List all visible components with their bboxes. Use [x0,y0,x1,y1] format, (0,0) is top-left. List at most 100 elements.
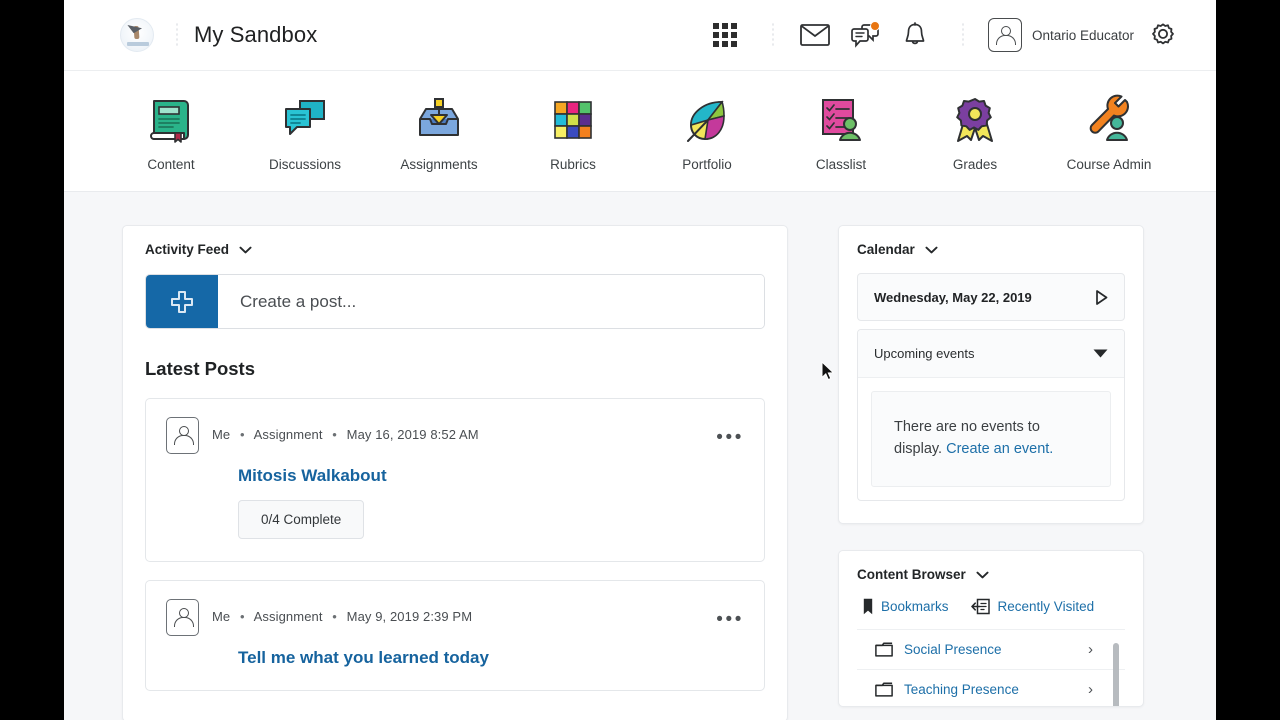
play-triangle-icon[interactable] [1095,289,1108,305]
latest-posts-heading: Latest Posts [145,358,256,379]
list-item[interactable]: Social Presence › [857,629,1125,669]
user-avatar-icon [987,18,1022,52]
wrench-person-icon [1089,94,1129,141]
activity-feed-widget: Activity Feed Latest Posts [122,225,788,720]
user-menu[interactable]: Ontario Educator [980,18,1138,52]
content-browser-widget: Content Browser Bookmarks Recently Visit… [838,550,1144,708]
navitem-discussions[interactable]: Discussions [238,93,372,172]
email-button[interactable] [790,10,840,60]
content-browser-list: Social Presence › Teaching Presence › [857,629,1125,706]
post-card: Me • Assignment • May 16, 2019 8:52 AM •… [145,398,765,562]
post-title-link[interactable]: Tell me what you learned today [238,648,744,668]
create-post-button[interactable] [146,275,218,328]
activity-feed-header[interactable]: Activity Feed [145,242,765,257]
calendar-current-day: Wednesday, May 22, 2019 [874,289,1032,305]
messages-button[interactable] [840,10,890,60]
list-item-label: Teaching Presence [904,682,1019,698]
inbox-arrow-down-icon [419,98,459,136]
chevron-down-icon [239,246,252,253]
post-meta: Me • Assignment • May 16, 2019 8:52 AM [212,417,479,442]
chevron-right-icon[interactable]: › [1088,681,1093,698]
meta-separator: • [239,609,245,624]
app-grid-icon [712,23,737,47]
navitem-classlist[interactable]: Classlist [774,93,908,172]
post-timestamp: May 9, 2019 2:39 PM [346,609,473,624]
upcoming-events-title: Upcoming events [874,346,975,361]
folder-icon [875,642,893,657]
chevron-down-icon [925,246,938,253]
triangle-down-icon [1093,349,1108,358]
left-column: Activity Feed Latest Posts [122,225,788,720]
post-header: Me • Assignment • May 16, 2019 8:52 AM •… [166,417,744,454]
unread-badge [869,21,880,31]
chevron-right-icon[interactable]: › [1088,641,1093,658]
navitem-portfolio[interactable]: Portfolio [640,93,774,172]
create-event-link[interactable]: Create an event. [946,441,1053,457]
homepage-body: Activity Feed Latest Posts [64,192,1216,720]
calendar-empty-state: There are no events to display. Create a… [871,391,1111,488]
post-options-button[interactable]: ••• [716,417,744,447]
bell-icon [905,22,925,45]
post-card: Me • Assignment • May 9, 2019 2:39 PM ••… [145,580,765,691]
tab-label: Recently Visited [997,599,1095,615]
chevron-down-icon [976,571,989,578]
navitem-content[interactable]: Content [104,93,238,172]
vertical-scrollbar[interactable] [1113,643,1119,707]
bookmark-icon [863,598,873,615]
post-options-button[interactable]: ••• [716,599,744,629]
create-post-input[interactable] [218,275,764,328]
list-item[interactable]: Teaching Presence › [857,669,1125,706]
header-actions: Ontario Educator [700,10,1216,60]
upcoming-events-panel: Upcoming events There are no events to d… [857,329,1125,502]
post-title-link[interactable]: Mitosis Walkabout [238,466,744,486]
award-ribbon-icon [956,98,993,142]
envelope-icon [800,24,830,46]
gear-icon [1152,23,1174,45]
navitem-label: Course Admin [1066,157,1152,172]
speech-bubbles-icon [285,100,325,135]
post-meta: Me • Assignment • May 9, 2019 2:39 PM [212,599,472,624]
brand-area: My Sandbox [64,18,317,52]
content-browser-header[interactable]: Content Browser [857,567,1125,582]
top-header: My Sandbox Ontario Educator [64,0,1216,71]
calendar-day-bar[interactable]: Wednesday, May 22, 2019 [857,273,1125,321]
checklist-person-icon [822,99,861,141]
navitem-course-admin[interactable]: Course Admin [1042,93,1176,172]
post-type: Assignment [253,427,323,442]
leaf-icon [687,100,725,142]
user-avatar-icon [166,599,199,636]
navitem-grades[interactable]: Grades [908,93,1042,172]
post-completion-badge[interactable]: 0/4 Complete [238,500,365,539]
widget-title: Content Browser [857,567,966,583]
content-browser-tabs: Bookmarks Recently Visited [857,598,1125,615]
course-navbar: Content Discussions Assignments Rubrics … [64,71,1216,192]
tab-label: Bookmarks [881,599,949,615]
app-grid-button[interactable] [700,10,750,60]
navitem-label: Grades [952,157,998,172]
plus-icon [171,290,193,313]
settings-button[interactable] [1138,10,1188,60]
institution-logo[interactable] [120,18,154,52]
post-type: Assignment [253,609,323,624]
book-icon [150,100,189,143]
post-header: Me • Assignment • May 9, 2019 2:39 PM ••… [166,599,744,636]
tab-recently-visited[interactable]: Recently Visited [970,598,1095,615]
navitem-label: Classlist [815,157,867,172]
upcoming-events-header[interactable]: Upcoming events [858,330,1124,378]
calendar-header[interactable]: Calendar [857,242,1125,257]
right-column: Calendar Wednesday, May 22, 2019 Upcomin… [838,225,1144,720]
tab-bookmarks[interactable]: Bookmarks [863,598,949,615]
alerts-button[interactable] [890,10,940,60]
color-grid-icon [554,101,592,139]
navitem-rubrics[interactable]: Rubrics [506,93,640,172]
user-avatar-icon [166,417,199,454]
navitem-label: Portfolio [682,157,732,172]
calendar-widget: Calendar Wednesday, May 22, 2019 Upcomin… [838,225,1144,525]
list-item-label: Social Presence [904,642,1002,658]
navitem-assignments[interactable]: Assignments [372,93,506,172]
header-divider [961,22,964,48]
navitem-label: Discussions [268,157,342,172]
header-divider [771,22,774,48]
user-name-label: Ontario Educator [1031,27,1134,43]
meta-separator: • [332,427,337,442]
